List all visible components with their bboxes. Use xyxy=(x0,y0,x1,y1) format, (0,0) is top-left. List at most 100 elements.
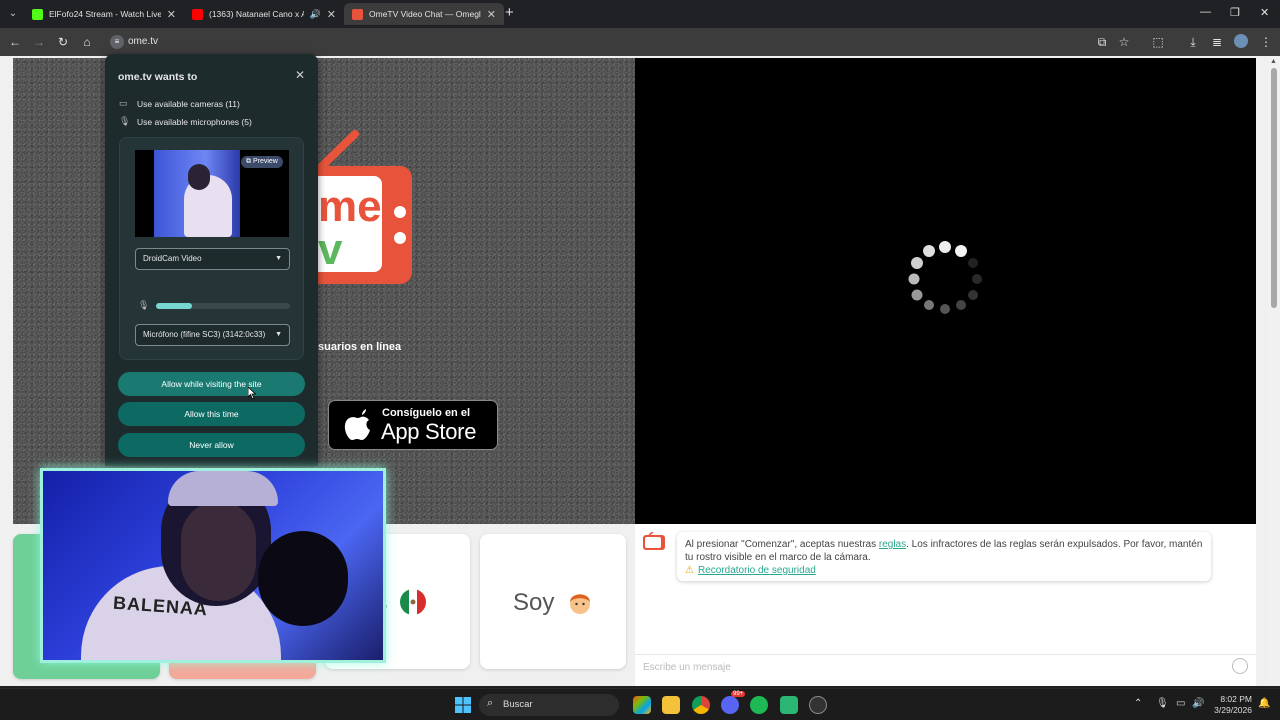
close-dialog-icon[interactable]: ✕ xyxy=(295,68,305,82)
tab-elfofo[interactable]: ElFofo24 Stream - Watch Live o ✕ xyxy=(24,3,184,25)
tab-title: OmeTV Video Chat — Omegle xyxy=(369,9,481,19)
camera-preview: ⧉ Preview xyxy=(135,150,289,237)
camera-icon: ▭ xyxy=(119,98,128,108)
permission-title: ome.tv wants to xyxy=(118,71,198,83)
bookmark-star-icon[interactable]: ☆ xyxy=(1116,34,1132,50)
mic-level-fill xyxy=(156,303,193,309)
allow-this-time-button[interactable]: Allow this time xyxy=(118,402,305,426)
reload-icon[interactable]: ↻ xyxy=(55,34,71,50)
windows-start-icon[interactable] xyxy=(454,696,472,714)
camera-select[interactable]: DroidCam Video ▼ xyxy=(135,248,290,270)
app-store-badge[interactable]: Consíguelo en el App Store xyxy=(328,400,498,450)
close-tab-icon[interactable]: ✕ xyxy=(167,8,176,21)
copilot-icon[interactable] xyxy=(633,696,651,714)
scrollbar-thumb[interactable] xyxy=(1271,68,1277,308)
media-control-icon[interactable]: ≣ xyxy=(1209,34,1225,50)
tab-search-icon[interactable]: ⌄ xyxy=(4,5,22,23)
search-icon: ⌕ xyxy=(487,697,494,709)
microphone-select[interactable]: Micrófono (fifine SC3) (3142:0c33) ▼ xyxy=(135,324,290,346)
mic-select-value: Micrófono (fifine SC3) (3142:0c33) xyxy=(143,330,266,339)
tab-title: (1363) Natanael Cano x Anu xyxy=(209,9,304,19)
preview-icon: ⧉ xyxy=(246,158,253,165)
camera-permission-line: ▭ Use available cameras (11) xyxy=(119,98,240,109)
tab-ometv[interactable]: OmeTV Video Chat — Omegle ✕ xyxy=(344,3,504,25)
volume-icon[interactable]: 🔊 xyxy=(1192,698,1204,709)
spotify-icon[interactable] xyxy=(750,696,768,714)
home-icon[interactable]: ⌂ xyxy=(79,34,95,50)
tab-youtube[interactable]: (1363) Natanael Cano x Anu 🔊 ✕ xyxy=(184,3,344,25)
rules-link[interactable]: reglas xyxy=(879,539,906,550)
emoji-icon[interactable] xyxy=(1232,658,1248,674)
system-clock[interactable]: 8:02 PM 3/29/2026 xyxy=(1208,694,1252,716)
youtube-favicon-icon xyxy=(192,8,203,20)
app-icon[interactable] xyxy=(780,696,798,714)
apple-icon xyxy=(344,409,370,440)
cast-icon[interactable]: ⧉ xyxy=(1094,34,1110,50)
network-icon[interactable]: ▭ xyxy=(1176,698,1185,709)
microphone-permission-text: Use available microphones (5) xyxy=(137,116,252,127)
chat-message-input[interactable]: Escribe un mensaje xyxy=(635,654,1256,678)
ometv-logo: me v xyxy=(300,130,412,284)
download-icon[interactable]: ⤓ xyxy=(1185,34,1201,50)
streamer-webcam-overlay: BALENAA xyxy=(40,468,386,663)
webcam-cap xyxy=(168,471,278,506)
show-hidden-icons-icon[interactable]: ⌃ xyxy=(1134,698,1142,709)
chevron-down-icon: ▼ xyxy=(275,331,282,338)
soy-card-label: Soy xyxy=(480,589,626,617)
profile-avatar[interactable] xyxy=(1233,34,1249,50)
message-text-start: Al presionar "Comenzar", aceptas nuestra… xyxy=(685,539,879,550)
webcam-face xyxy=(181,501,256,601)
loading-spinner-icon xyxy=(908,241,982,314)
chrome-icon[interactable] xyxy=(692,696,710,714)
chevron-down-icon: ▼ xyxy=(275,255,282,262)
site-settings-icon[interactable]: ≡ xyxy=(110,35,124,49)
discord-icon[interactable]: 99+ xyxy=(721,691,746,714)
preview-badge: ⧉ Preview xyxy=(241,156,283,168)
obs-icon[interactable] xyxy=(809,696,827,714)
soy-text: Soy xyxy=(512,589,555,616)
new-tab-button[interactable]: + xyxy=(505,5,514,21)
camera-feed xyxy=(154,150,240,237)
webcam-microphone xyxy=(258,531,348,626)
ometv-avatar-icon xyxy=(643,532,665,550)
restore-button[interactable]: ❐ xyxy=(1230,6,1240,19)
appstore-line2: App Store xyxy=(381,419,477,444)
mouse-cursor-icon xyxy=(248,387,256,399)
address-bar[interactable]: ≡ ome.tv xyxy=(104,31,1140,53)
chat-panel: Al presionar "Comenzar", aceptas nuestra… xyxy=(635,524,1256,686)
appstore-line1: Consíguelo en el xyxy=(382,407,471,419)
scroll-up-icon[interactable]: ▲ xyxy=(1270,58,1277,65)
windows-taskbar: ⌕ Buscar 99+ ⌃ 🎙 ▭ 🔊 8:02 PM 3/29/2026 🔔 xyxy=(0,688,1280,720)
close-tab-icon[interactable]: ✕ xyxy=(487,8,496,21)
camera-select-value: DroidCam Video xyxy=(143,254,202,263)
menu-kebab-icon[interactable]: ⋮ xyxy=(1258,34,1274,50)
logo-text-tv: v xyxy=(318,225,343,274)
microphone-tray-icon[interactable]: 🎙 xyxy=(1156,698,1169,709)
page-scrollbar[interactable]: ▲ xyxy=(1268,56,1280,686)
minimize-button[interactable]: — xyxy=(1200,6,1211,18)
clock-date: 3/29/2026 xyxy=(1214,705,1252,715)
clock-time: 8:02 PM xyxy=(1220,694,1252,704)
tab-title: ElFofo24 Stream - Watch Live o xyxy=(49,9,161,19)
url-text: ome.tv xyxy=(128,36,159,47)
allow-while-visiting-button[interactable]: Allow while visiting the site xyxy=(118,372,305,396)
taskbar-search[interactable]: ⌕ Buscar xyxy=(479,694,619,716)
audio-playing-icon[interactable]: 🔊 xyxy=(310,9,321,20)
back-icon[interactable]: ← xyxy=(7,34,23,50)
logo-text-me: me xyxy=(318,182,382,231)
gender-filter-card[interactable]: Soy xyxy=(480,534,626,669)
discord-badge: 99+ xyxy=(731,691,746,697)
users-online-text: suarios en línea xyxy=(318,341,402,353)
system-message: Al presionar "Comenzar", aceptas nuestra… xyxy=(677,532,1211,581)
notification-icon[interactable]: 🔔 xyxy=(1258,698,1270,709)
extensions-icon[interactable]: ⬚ xyxy=(1150,34,1166,50)
never-allow-button[interactable]: Never allow xyxy=(118,433,305,457)
forward-icon[interactable]: → xyxy=(31,34,47,50)
permission-dialog: ome.tv wants to ✕ ▭ Use available camera… xyxy=(105,54,318,466)
boy-emoji-icon xyxy=(570,594,591,614)
microphone-icon: 🎙 xyxy=(119,116,131,126)
close-window-button[interactable]: ✕ xyxy=(1260,6,1269,19)
safety-reminder-link[interactable]: Recordatorio de seguridad xyxy=(698,565,816,576)
file-explorer-icon[interactable] xyxy=(662,696,680,714)
close-tab-icon[interactable]: ✕ xyxy=(327,8,336,21)
